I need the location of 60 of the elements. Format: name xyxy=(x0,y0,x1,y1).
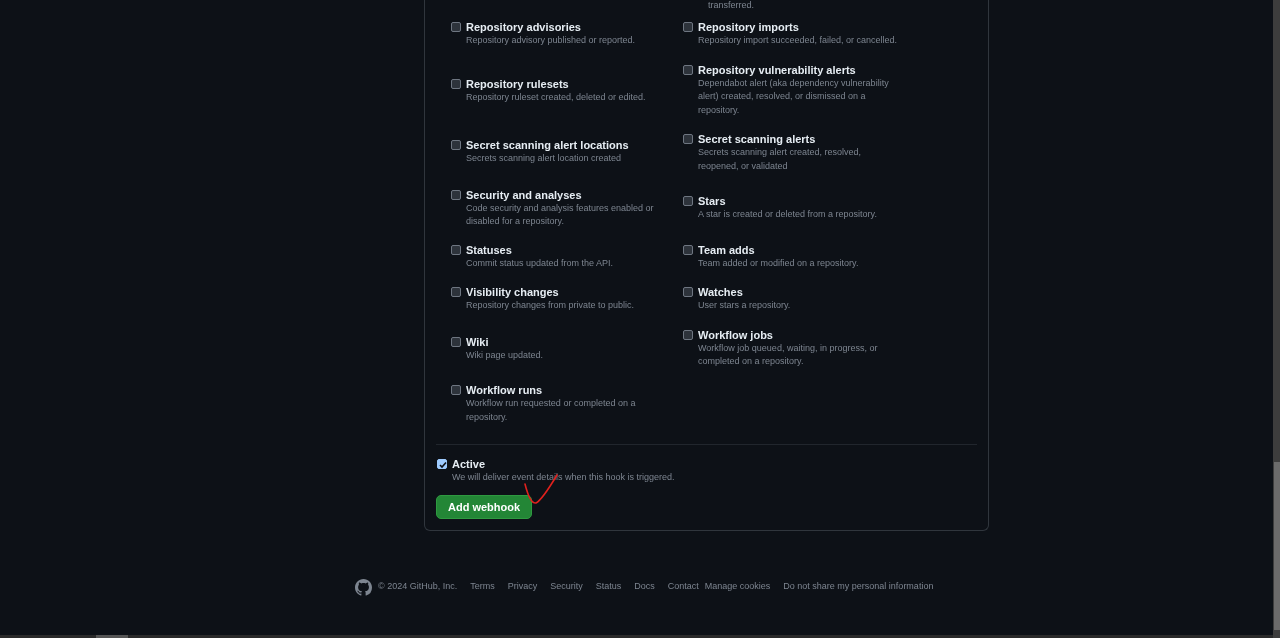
footer-link[interactable]: Terms xyxy=(470,580,495,594)
checkbox-label: Repository advisories xyxy=(466,20,582,34)
checkbox[interactable] xyxy=(451,244,461,255)
checkbox[interactable] xyxy=(451,140,461,150)
checkbox[interactable] xyxy=(451,336,461,347)
footer-link[interactable]: Privacy xyxy=(507,580,538,594)
checkbox[interactable] xyxy=(683,196,693,206)
checkbox[interactable] xyxy=(683,64,693,75)
checkbox-label: Wiki xyxy=(466,334,490,349)
checkbox-label: Workflow runs xyxy=(466,383,544,397)
checkbox-description: Code security and analysis features enabled or disabled for a repository. xyxy=(466,201,655,228)
checkbox-description: Team added or modified on a repository. xyxy=(698,256,860,270)
copyright-text: © 2024 GitHub, Inc. xyxy=(378,580,458,594)
checkbox-label: Repository rulesets xyxy=(466,76,570,91)
checkbox-label: Statuses xyxy=(466,242,513,257)
checkbox[interactable] xyxy=(437,459,447,469)
footer-link[interactable]: Do not share my personal information xyxy=(783,580,934,594)
checkbox[interactable] xyxy=(451,22,461,32)
checkbox[interactable] xyxy=(451,287,461,297)
add-webhook-button[interactable]: Add webhook xyxy=(436,494,533,519)
checkbox-description: Repository ruleset created, deleted or edited. xyxy=(466,90,647,104)
checkbox[interactable] xyxy=(451,189,461,200)
checkbox-description: Secrets scanning alert location created xyxy=(466,152,623,165)
checkbox-label: Visibility changes xyxy=(466,285,560,299)
footer-link[interactable]: Status xyxy=(595,580,622,594)
checkbox[interactable] xyxy=(683,329,693,340)
checkbox-description: User stars a repository. xyxy=(698,299,792,312)
checkbox[interactable] xyxy=(451,78,461,89)
checkbox[interactable] xyxy=(451,385,461,395)
checkbox-label: Active xyxy=(452,457,487,471)
checkbox-description: A star is created or deleted from a repository. xyxy=(698,208,878,221)
checkbox-label: Secret scanning alert locations xyxy=(466,138,630,152)
footer-link[interactable]: Contact xyxy=(667,580,699,594)
checkbox-description: Commit status updated from the API. xyxy=(466,256,615,270)
checkbox-description: Workflow job queued, waiting, in progress, or completed on a repository. xyxy=(698,341,879,368)
event-description: transferred. xyxy=(708,0,755,10)
footer-link[interactable]: Docs xyxy=(634,580,655,594)
checkbox-description: Repository import succeeded, failed, or cancelled. xyxy=(698,34,899,47)
checkbox-description: Workflow run requested or completed on a repository. xyxy=(466,397,637,424)
checkbox-label: Workflow jobs xyxy=(698,327,774,342)
checkbox-label: Secret scanning alerts xyxy=(698,132,817,146)
checkbox-description: Repository changes from private to public. xyxy=(466,299,636,312)
checkbox-description: Wiki page updated. xyxy=(466,348,545,362)
checkbox[interactable] xyxy=(683,287,693,297)
checkbox-label: Watches xyxy=(698,285,744,299)
checkbox-label: Repository imports xyxy=(698,20,800,34)
checkbox-description: Secrets scanning alert created, resolved, reopened, or validated xyxy=(698,146,863,173)
checkbox-label: Team adds xyxy=(698,242,756,257)
checkbox-label: Stars xyxy=(698,194,727,208)
footer-link[interactable]: Security xyxy=(550,580,583,594)
checkbox-description: Dependabot alert (aka dependency vulnerability alert) created, resolved, or dismissed on a repository. xyxy=(698,76,890,117)
checkbox-description: Repository advisory published or reported. xyxy=(466,34,637,47)
checkbox[interactable] xyxy=(683,244,693,255)
footer-link[interactable]: Manage cookies xyxy=(704,580,771,594)
checkbox[interactable] xyxy=(683,22,693,32)
checkbox[interactable] xyxy=(683,134,693,144)
checkbox-label: Security and analyses xyxy=(466,187,583,202)
octocat-logo-icon[interactable] xyxy=(355,578,372,596)
vertical-scrollbar[interactable] xyxy=(1273,0,1280,638)
checkbox-label: Repository vulnerability alerts xyxy=(698,62,857,77)
